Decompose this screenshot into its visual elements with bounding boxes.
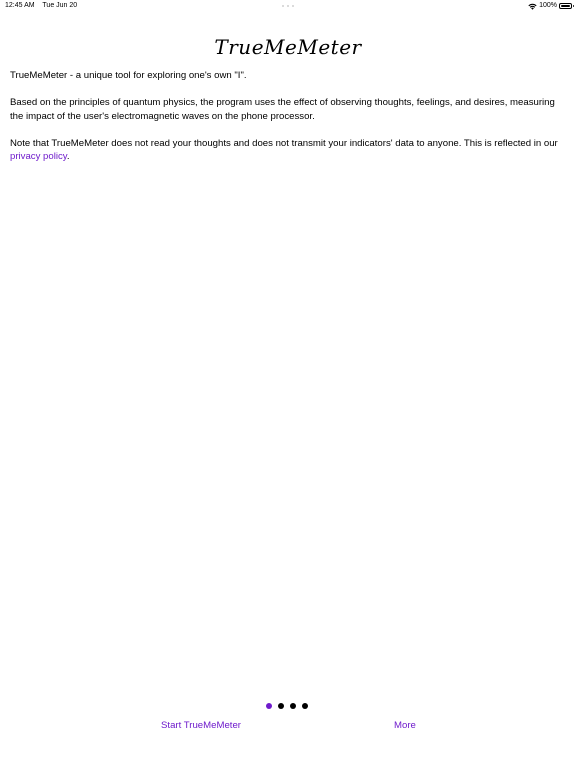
- battery-level: [561, 5, 570, 7]
- principles-paragraph: Based on the principles of quantum physi…: [10, 97, 555, 122]
- status-left: 12:45 AM Tue Jun 20: [5, 0, 83, 12]
- battery-icon: [559, 3, 574, 9]
- multitasking-indicator[interactable]: [282, 5, 294, 7]
- start-button[interactable]: Start TrueMeMeter: [161, 719, 241, 733]
- battery-percentage: 100%: [539, 2, 557, 9]
- intro-paragraph: TrueMeMeter - a unique tool for explorin…: [10, 70, 247, 81]
- wifi-icon: [528, 3, 537, 10]
- privacy-paragraph: Note that TrueMeMeter does not read your…: [10, 137, 568, 164]
- multitasking-dot: [292, 5, 294, 7]
- page-indicator[interactable]: [266, 703, 308, 709]
- status-date: Tue Jun 20: [42, 2, 78, 9]
- page-dot-4[interactable]: [302, 703, 308, 709]
- app-title: TrueMeMeter: [214, 35, 362, 59]
- status-bar: 12:45 AM Tue Jun 20 100%: [0, 0, 576, 12]
- multitasking-dot: [282, 5, 284, 7]
- page-dot-2[interactable]: [278, 703, 284, 709]
- more-button[interactable]: More: [394, 719, 416, 733]
- battery-nub: [572, 5, 574, 7]
- status-time: 12:45 AM: [5, 2, 35, 9]
- multitasking-dot: [287, 5, 289, 7]
- page-dot-3[interactable]: [290, 703, 296, 709]
- onboarding-screen: 12:45 AM Tue Jun 20 100% TrueMeMeter Tru…: [0, 0, 576, 768]
- privacy-text: Note that TrueMeMeter does not read your…: [10, 137, 558, 149]
- description-text: TrueMeMeter - a unique tool for explorin…: [10, 69, 568, 177]
- status-right: 100%: [528, 0, 574, 12]
- privacy-suffix: .: [66, 151, 70, 162]
- privacy-policy-link[interactable]: privacy policy: [10, 151, 67, 162]
- page-dot-1[interactable]: [266, 703, 272, 709]
